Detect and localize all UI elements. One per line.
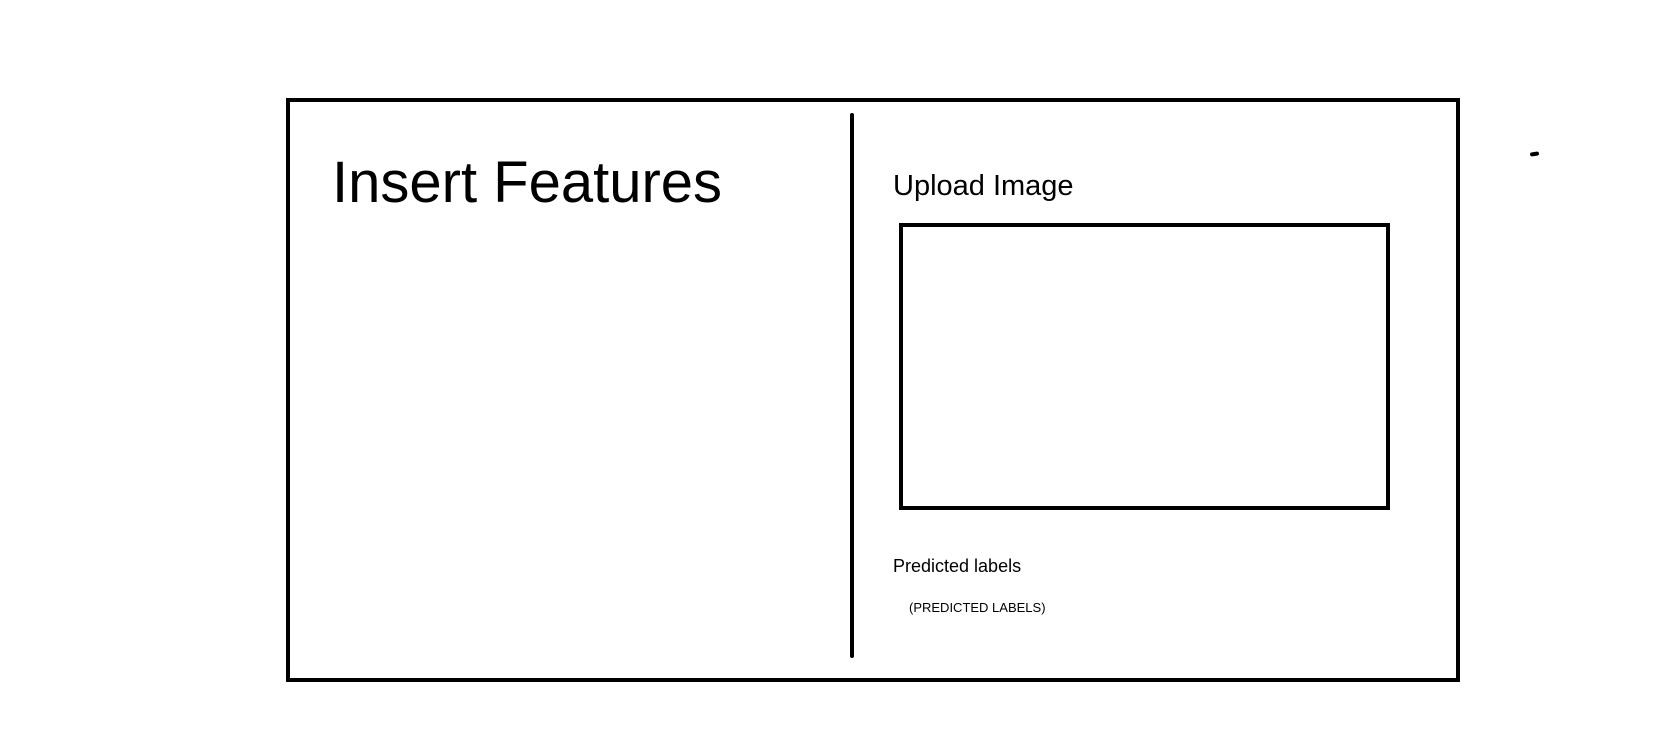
upload-image-title: Upload Image bbox=[893, 170, 1074, 202]
insert-features-title: Insert Features bbox=[332, 150, 723, 215]
predicted-labels-heading: Predicted labels bbox=[893, 556, 1022, 576]
predicted-labels-output: (PREDICTED LABELS) bbox=[909, 600, 1046, 615]
panel-divider bbox=[850, 113, 854, 658]
stray-pen-mark bbox=[1529, 151, 1540, 157]
image-upload-area[interactable] bbox=[899, 223, 1390, 510]
